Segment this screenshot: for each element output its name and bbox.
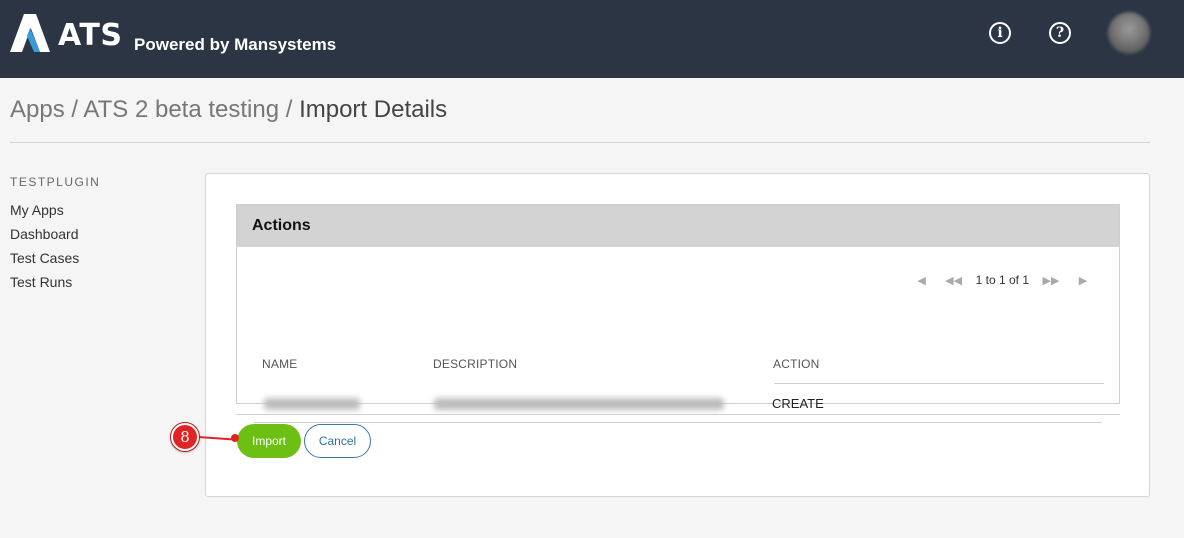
sidebar-item-test-runs[interactable]: Test Runs [10,272,100,296]
row-action: CREATE [772,396,824,411]
table-row[interactable]: CREATE [254,385,1102,423]
header-divider [774,383,1104,384]
help-icon[interactable]: ? [1049,22,1071,44]
footer-divider [236,414,1120,415]
sidebar-title: TESTPLUGIN [10,175,101,189]
row-description-redacted [434,398,724,410]
logo-text: ATS [58,18,123,53]
powered-by-text: Powered by Mansystems [134,35,337,54]
pagination-status: 1 to 1 of 1 [975,273,1029,287]
sidebar-item-dashboard[interactable]: Dashboard [10,224,100,248]
breadcrumb-app-name[interactable]: ATS 2 beta testing [83,96,279,123]
actions-panel: Actions ◀​ ◀◀ 1 to 1 of 1 ▶▶ ▶​ NAME DES… [236,204,1120,423]
cancel-button[interactable]: Cancel [304,424,371,458]
next-page-icon[interactable]: ▶▶ [1035,274,1067,287]
sidebar-item-test-cases[interactable]: Test Cases [10,248,100,272]
breadcrumb-separator: / [285,96,293,123]
column-header-action[interactable]: ACTION [773,357,820,371]
import-button[interactable]: Import [237,424,301,458]
column-header-name[interactable]: NAME [262,357,297,371]
column-header-description[interactable]: DESCRIPTION [433,357,517,371]
step-number-badge: 8 [171,423,199,451]
breadcrumb-divider [10,142,1150,143]
top-navigation-bar: ATS Powered by Mansystems i ? [0,0,1184,78]
breadcrumb-separator: / [71,96,79,123]
ats-logo-icon [10,14,50,52]
user-avatar[interactable] [1108,12,1150,54]
first-page-icon[interactable]: ◀​ [906,274,938,287]
import-details-card: Actions ◀​ ◀◀ 1 to 1 of 1 ▶▶ ▶​ NAME DES… [205,173,1150,497]
previous-page-icon[interactable]: ◀◀ [938,274,970,287]
annotation-pointer-dot [231,434,239,442]
actions-panel-title: Actions [237,205,1119,247]
breadcrumb-apps[interactable]: Apps [10,96,65,123]
pagination: ◀​ ◀◀ 1 to 1 of 1 ▶▶ ▶​ [906,273,1099,287]
sidebar: TESTPLUGIN My Apps Dashboard Test Cases … [10,175,100,296]
breadcrumb-current: Import Details [299,96,448,123]
sidebar-item-my-apps[interactable]: My Apps [10,200,100,224]
info-icon[interactable]: i [989,22,1011,44]
row-name-redacted [264,398,360,410]
last-page-icon[interactable]: ▶​ [1067,274,1099,287]
breadcrumb: Apps / ATS 2 beta testing / Import Detai… [10,96,447,124]
